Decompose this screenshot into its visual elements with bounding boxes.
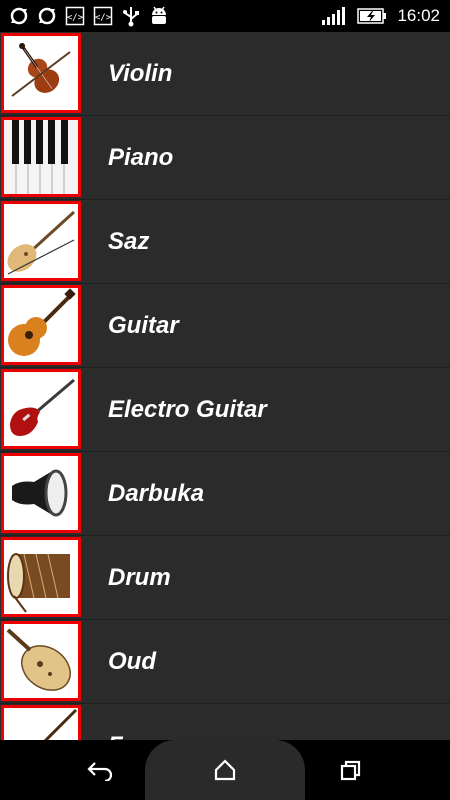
clock: 16:02	[397, 6, 440, 25]
list-item-label: Drum	[108, 564, 171, 591]
signal-icon	[321, 5, 347, 27]
sync-icon	[8, 5, 30, 27]
list-item-violin[interactable]: Violin	[0, 32, 450, 116]
drum-icon	[1, 537, 81, 617]
flute-icon	[1, 705, 81, 740]
back-icon[interactable]	[84, 754, 116, 786]
system-status: 16:02	[321, 5, 440, 27]
notification-icons: </> </>	[8, 5, 170, 27]
electric-guitar-icon	[1, 369, 81, 449]
svg-text:</>: </>	[95, 13, 112, 23]
battery-charging-icon	[357, 5, 387, 27]
status-bar: </> </> 16:02	[0, 0, 450, 32]
list-item-label: Violin	[108, 60, 173, 87]
usb-icon	[120, 5, 142, 27]
violin-icon	[1, 33, 81, 113]
list-item-label: Oud	[108, 648, 156, 675]
list-item-piano[interactable]: Piano	[0, 116, 450, 200]
code-icon: </>	[64, 5, 86, 27]
instrument-list[interactable]: Violin Piano Saz Guitar Electro Guitar D…	[0, 32, 450, 740]
code-icon: </>	[92, 5, 114, 27]
list-item-electro-guitar[interactable]: Electro Guitar	[0, 368, 450, 452]
list-item-drum[interactable]: Drum	[0, 536, 450, 620]
android-debug-icon	[148, 5, 170, 27]
list-item-label: Guitar	[108, 312, 179, 339]
list-item-label: Saz	[108, 228, 150, 255]
saz-icon	[1, 201, 81, 281]
list-item-label: F	[108, 704, 123, 740]
sync-icon	[36, 5, 58, 27]
navigation-bar	[0, 740, 450, 800]
list-item-oud[interactable]: Oud	[0, 620, 450, 704]
home-icon[interactable]	[209, 754, 241, 786]
list-item-label: Darbuka	[108, 480, 205, 507]
recents-icon[interactable]	[334, 754, 366, 786]
list-item-guitar[interactable]: Guitar	[0, 284, 450, 368]
oud-icon	[1, 621, 81, 701]
list-item-saz[interactable]: Saz	[0, 200, 450, 284]
list-item-flute[interactable]: F	[0, 704, 450, 740]
darbuka-icon	[1, 453, 81, 533]
list-item-label: Piano	[108, 144, 174, 171]
piano-keys-icon	[1, 117, 81, 197]
svg-text:</>: </>	[67, 13, 84, 23]
list-item-darbuka[interactable]: Darbuka	[0, 452, 450, 536]
acoustic-guitar-icon	[1, 285, 81, 365]
list-item-label: Electro Guitar	[108, 396, 267, 423]
